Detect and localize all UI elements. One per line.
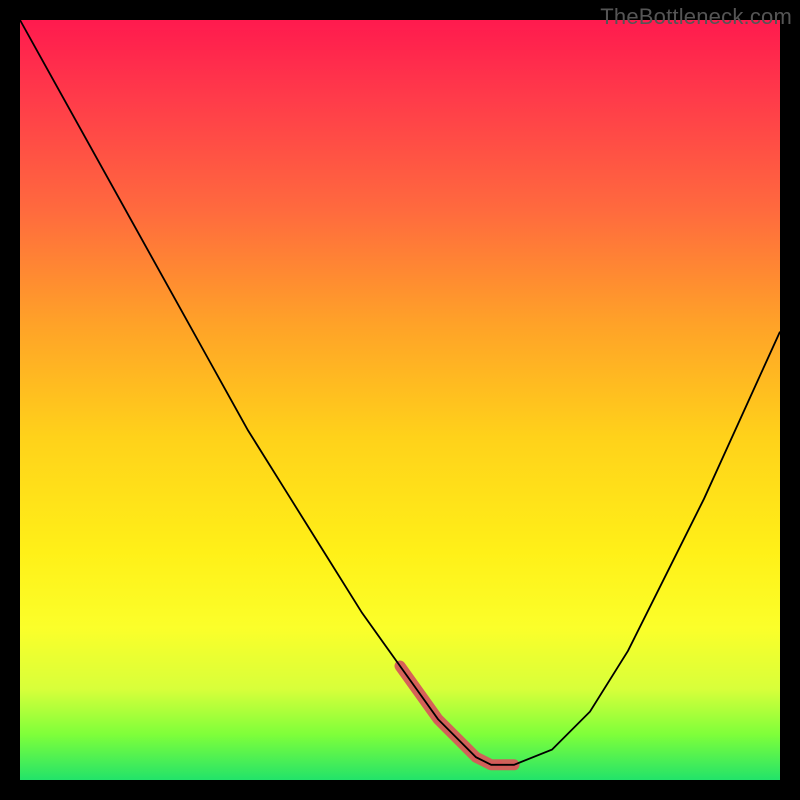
watermark-text: TheBottleneck.com bbox=[600, 4, 792, 30]
valley-highlight bbox=[400, 666, 514, 765]
curve-svg bbox=[20, 20, 780, 780]
bottleneck-curve bbox=[20, 20, 780, 765]
plot-area bbox=[20, 20, 780, 780]
chart-frame: TheBottleneck.com bbox=[0, 0, 800, 800]
